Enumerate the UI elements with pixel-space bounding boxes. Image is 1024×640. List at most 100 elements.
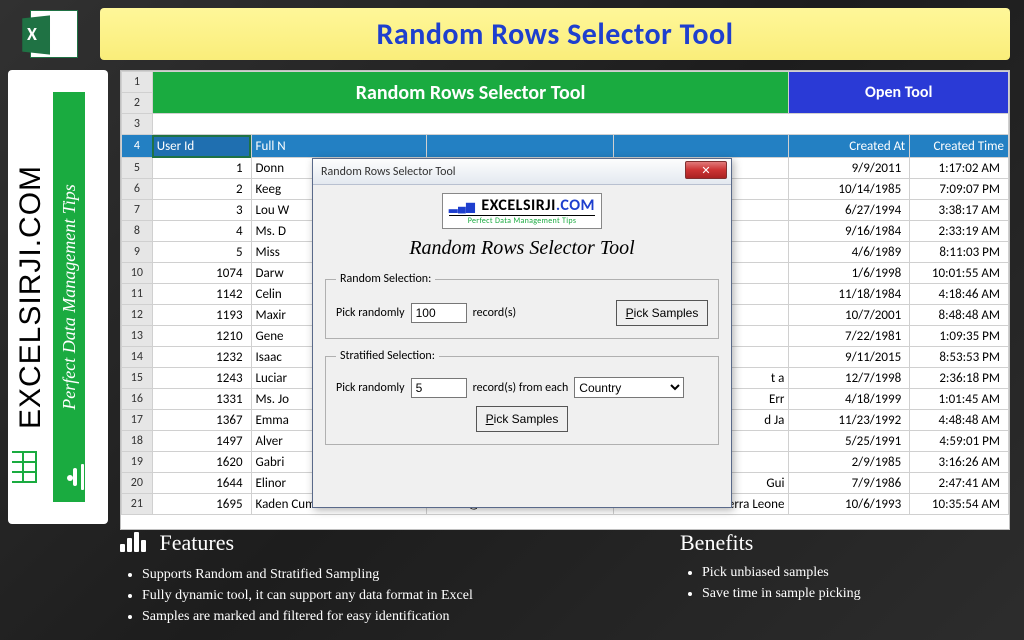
cell-id[interactable]: 1367 [152,410,251,431]
cell-time[interactable]: 10:35:54 AM [910,494,1009,515]
cell-time[interactable]: 8:48:48 AM [910,305,1009,326]
row-number: 10 [122,263,153,284]
random-suffix-label: record(s) [473,306,517,320]
excel-icon [30,10,78,58]
brand-text: EXCELSIRJI [481,196,556,215]
cell-id[interactable]: 1074 [152,263,251,284]
cell-time[interactable]: 7:09:07 PM [910,179,1009,200]
feature-item: Samples are marked and filtered for easy… [142,606,660,627]
row-number: 19 [122,452,153,473]
cell-time[interactable]: 4:18:46 AM [910,284,1009,305]
cell-time[interactable]: 3:16:26 AM [910,452,1009,473]
random-count-input[interactable] [411,303,467,323]
cell-date[interactable]: 9/9/2011 [789,158,910,179]
cell-date[interactable]: 4/6/1989 [789,242,910,263]
cell-id[interactable]: 3 [152,200,251,221]
row-number: 7 [122,200,153,221]
row-number: 17 [122,410,153,431]
random-pick-samples-button[interactable]: Pick Samples [616,300,708,326]
dialog-titlebar[interactable]: Random Rows Selector Tool ✕ [313,159,731,185]
cell-id[interactable]: 1193 [152,305,251,326]
col-header-created-time[interactable]: Created Time [910,135,1009,158]
cell-time[interactable]: 4:48:48 AM [910,410,1009,431]
cell-time[interactable]: 8:11:03 PM [910,242,1009,263]
cell-time[interactable]: 1:17:02 AM [910,158,1009,179]
cell-time[interactable]: 2:36:18 PM [910,368,1009,389]
col-header-blank1[interactable] [427,135,614,158]
row-number: 18 [122,431,153,452]
cell-time[interactable]: 1:01:45 AM [910,389,1009,410]
col-header-created-at[interactable]: Created At [789,135,910,158]
stratified-count-input[interactable] [411,378,467,398]
cell-date[interactable]: 12/7/1998 [789,368,910,389]
excel-app-icon [14,8,94,60]
cell-time[interactable]: 4:59:01 PM [910,431,1009,452]
dialog-subtitle: Random Rows Selector Tool [325,237,719,260]
cell-id[interactable]: 4 [152,221,251,242]
cell-date[interactable]: 9/11/2015 [789,347,910,368]
row-number: 9 [122,242,153,263]
cell-id[interactable]: 1620 [152,452,251,473]
random-rows-dialog: Random Rows Selector Tool ✕ ▂▄▆ EXCELSIR… [312,158,732,508]
cell-id[interactable]: 1243 [152,368,251,389]
row-number: 5 [122,158,153,179]
brand-suffix: .COM [556,196,595,215]
svg-text:EXCELSIRJI.COM: EXCELSIRJI.COM [14,165,47,429]
dialog-close-button[interactable]: ✕ [685,161,727,179]
features-title: Features [160,530,235,555]
cell-id[interactable]: 1 [152,158,251,179]
row-number: 16 [122,389,153,410]
feature-item: Supports Random and Stratified Sampling [142,564,660,585]
features-section: Features Supports Random and Stratified … [120,530,660,627]
col-header-full-name[interactable]: Full N [251,135,427,158]
col-header-blank2[interactable] [613,135,789,158]
cell-date[interactable]: 7/22/1981 [789,326,910,347]
cell-date[interactable]: 1/6/1998 [789,263,910,284]
cell-time[interactable]: 2:33:19 AM [910,221,1009,242]
bars-icon [120,532,148,558]
row-number: 12 [122,305,153,326]
row-number: 20 [122,473,153,494]
cell-date[interactable]: 6/27/1994 [789,200,910,221]
brand-tagline: Perfect Data Management Tips [449,215,595,226]
cell-date[interactable]: 7/9/1986 [789,473,910,494]
row-number: 6 [122,179,153,200]
cell-time[interactable]: 3:38:17 AM [910,200,1009,221]
top-banner: Random Rows Selector Tool [100,8,1010,60]
random-prefix-label: Pick randomly [336,306,405,320]
cell-id[interactable]: 1232 [152,347,251,368]
sheet-title: Random Rows Selector Tool [152,72,789,114]
cell-id[interactable]: 1142 [152,284,251,305]
cell-time[interactable]: 8:53:53 PM [910,347,1009,368]
cell-date[interactable]: 5/25/1991 [789,431,910,452]
cell-time[interactable]: 1:09:35 PM [910,326,1009,347]
btn-text: ick Samples [634,306,699,320]
stratified-pick-samples-button[interactable]: Pick Samples [476,406,568,432]
col-header-user-id[interactable]: User Id [152,135,251,158]
cell-id[interactable]: 1331 [152,389,251,410]
cell-id[interactable]: 1695 [152,494,251,515]
cell-id[interactable]: 1210 [152,326,251,347]
cell-id[interactable]: 1644 [152,473,251,494]
cell-id[interactable]: 5 [152,242,251,263]
stratified-column-dropdown[interactable]: Country [574,377,684,398]
cell-date[interactable]: 10/7/2001 [789,305,910,326]
random-legend: Random Selection: [336,272,435,286]
row-number: 14 [122,347,153,368]
cell-date[interactable]: 11/18/1984 [789,284,910,305]
row-number: 3 [122,114,153,135]
cell-date[interactable]: 10/6/1993 [789,494,910,515]
row-number: 11 [122,284,153,305]
cell-date[interactable]: 2/9/1985 [789,452,910,473]
open-tool-button[interactable]: Open Tool [789,72,1009,114]
random-selection-group: Random Selection: Pick randomly record(s… [325,272,719,339]
cell-time[interactable]: 10:01:55 AM [910,263,1009,284]
row-number: 21 [122,494,153,515]
cell-date[interactable]: 10/14/1985 [789,179,910,200]
cell-id[interactable]: 2 [152,179,251,200]
cell-id[interactable]: 1497 [152,431,251,452]
cell-time[interactable]: 2:47:41 AM [910,473,1009,494]
cell-date[interactable]: 9/16/1984 [789,221,910,242]
cell-date[interactable]: 11/23/1992 [789,410,910,431]
cell-date[interactable]: 4/18/1999 [789,389,910,410]
